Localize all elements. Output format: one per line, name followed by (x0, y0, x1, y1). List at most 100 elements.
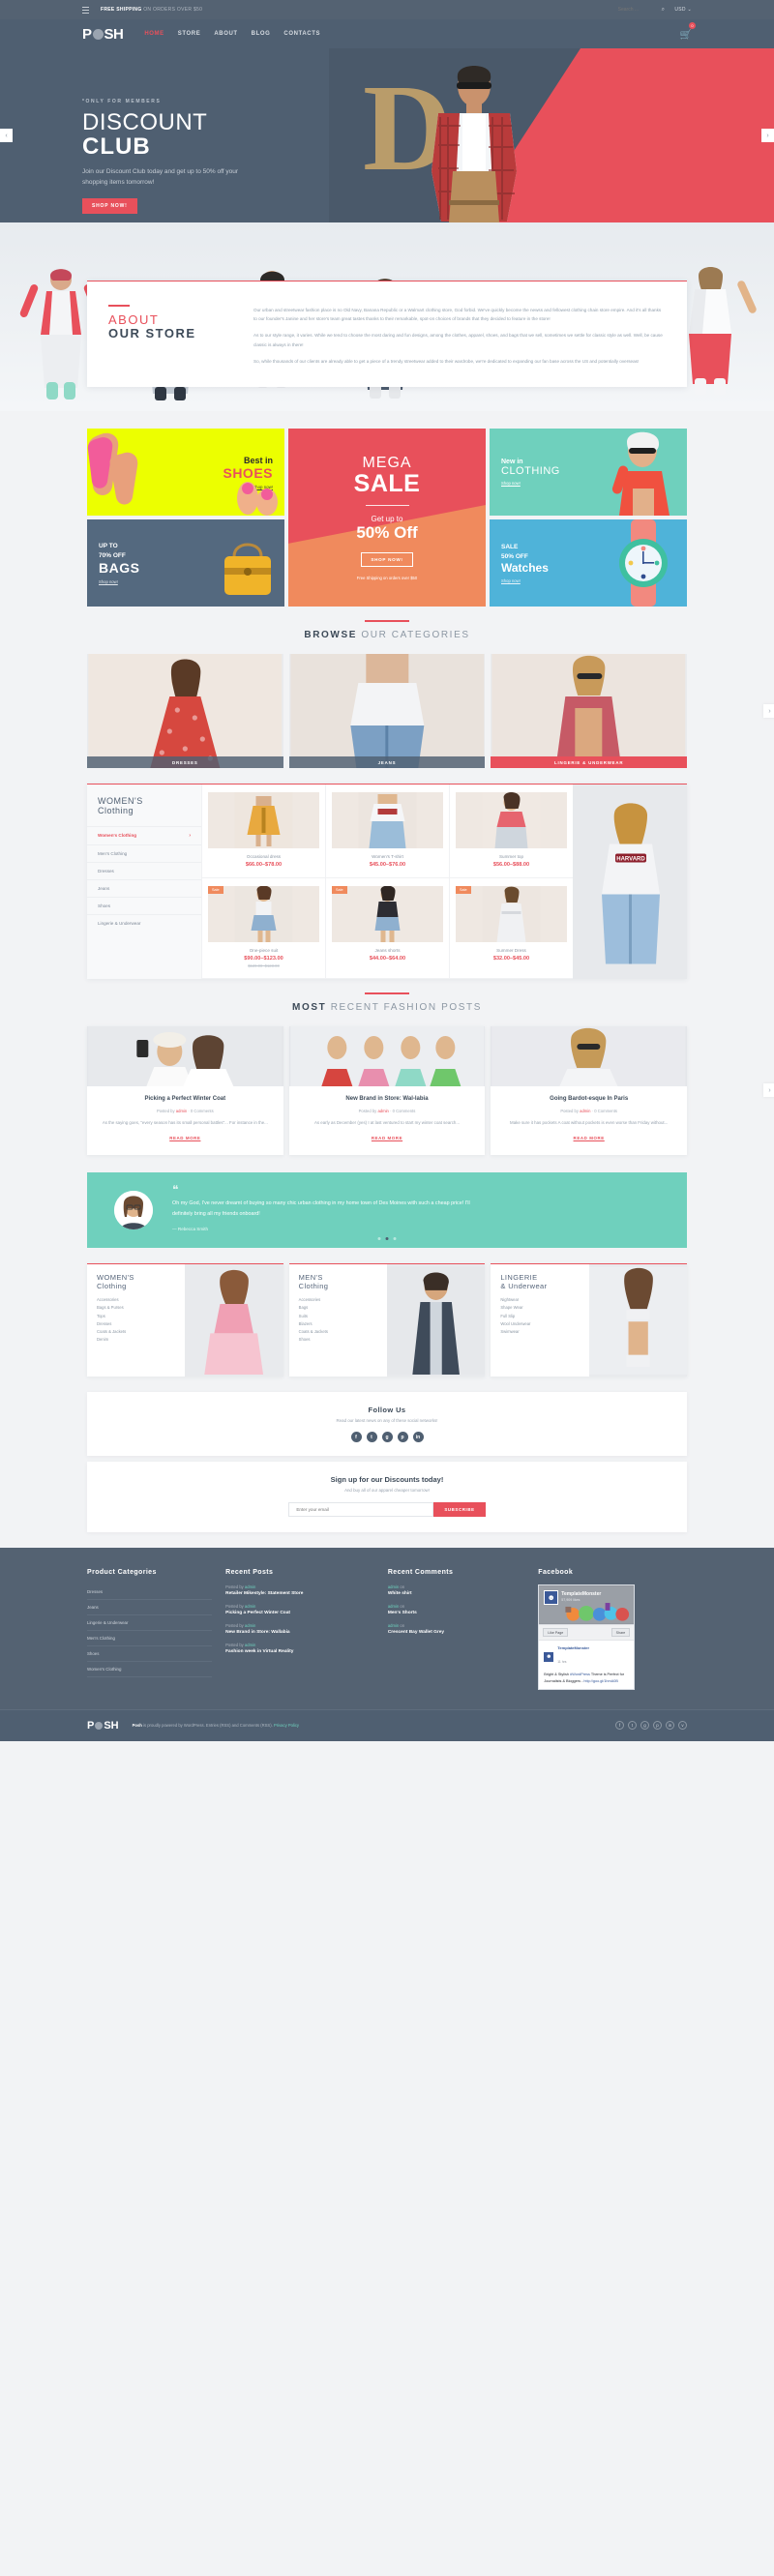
blog-title[interactable]: Going Bardot-esque In Paris (500, 1095, 677, 1104)
category-link[interactable]: Wool Underwear (500, 1319, 579, 1327)
hamburger-icon[interactable] (82, 6, 89, 14)
facebook-widget[interactable]: ☻ TemplateMonster 57,909 likes Like Page… (538, 1584, 636, 1690)
category-link[interactable]: Bags & Purses (97, 1304, 175, 1312)
promo-clothing-cta[interactable]: Shop now! (501, 481, 521, 486)
blog-card[interactable]: New Brand in Store: Wal-labia Posted by … (288, 1026, 486, 1155)
google-plus-icon[interactable]: g (381, 1432, 393, 1443)
nav-item-contacts[interactable]: CONTACTS (283, 31, 320, 37)
category-card-lingerie[interactable]: LINGERIE & UNDERWEAR (491, 654, 687, 768)
promo-tile-bags[interactable]: UP TO 70% OFF BAGS Shop now! (87, 519, 284, 607)
category-link[interactable]: Shoes (299, 1336, 377, 1344)
testimonial-dot[interactable] (377, 1236, 381, 1240)
category-link[interactable]: Shape Wear (500, 1304, 579, 1312)
privacy-policy-link[interactable]: Privacy Policy (274, 1723, 299, 1728)
footer-category-link[interactable]: Shoes (87, 1646, 213, 1663)
footer-category-link[interactable]: Dresses (87, 1584, 213, 1601)
search-icon[interactable]: ⌕ (662, 7, 666, 14)
product-card[interactable]: Sale One-piece suit $90.00–$123.00 $120.… (201, 878, 325, 979)
category-link[interactable]: Accessories (97, 1296, 175, 1304)
nav-item-blog[interactable]: BLOG (252, 31, 271, 37)
hero-prev-arrow[interactable]: ‹ (0, 129, 13, 142)
search-input[interactable] (617, 7, 652, 13)
currency-selector[interactable]: USD ⌄ (674, 7, 692, 13)
hero-shop-now-button[interactable]: SHOP NOW! (82, 198, 137, 215)
facebook-post-author[interactable]: TemplateMonster (557, 1645, 589, 1650)
blog-title[interactable]: New Brand in Store: Wal-labia (299, 1095, 476, 1104)
twitter-icon[interactable]: t (628, 1721, 637, 1731)
footer-post-title[interactable]: Retailer Mikestyle: Statement Store (225, 1591, 374, 1596)
logo[interactable]: P SH (82, 26, 124, 43)
twitter-icon[interactable]: t (366, 1432, 377, 1443)
product-card[interactable]: Sale Jeans shorts $44.00–$64.00 (325, 878, 449, 979)
footer-post[interactable]: Posted by admin Fashion week in Virtual … (225, 1643, 374, 1654)
pinterest-icon[interactable]: p (397, 1432, 408, 1443)
shop-category-womens-clothing[interactable]: Women's Clothing › (87, 825, 201, 844)
category-link[interactable]: Bags (299, 1304, 377, 1312)
categories-next-arrow[interactable]: › (763, 704, 774, 718)
blog-read-more[interactable]: READ MORE (372, 1136, 402, 1140)
category-link[interactable]: Full Slip (500, 1312, 579, 1319)
facebook-icon[interactable]: f (350, 1432, 362, 1443)
footer-comment[interactable]: admin on Crescent Bay Wallet Grey (388, 1623, 524, 1635)
facebook-like-button[interactable]: Like Page (543, 1628, 569, 1638)
category-link[interactable]: Swimwear (500, 1327, 579, 1335)
product-card[interactable]: Women's T-shirt $45.00–$76.00 (325, 785, 449, 878)
footer-post-title[interactable]: New Brand in Store: Wallabia (225, 1630, 374, 1635)
product-card[interactable]: Sale Summer Dress $32.00–$45.00 (449, 878, 573, 979)
product-card[interactable]: Occasional dress $66.00–$78.00 (201, 785, 325, 878)
footer-post-author[interactable]: admin (245, 1584, 255, 1589)
cart-button[interactable]: 🛒 0 (680, 22, 696, 43)
footer-post-title[interactable]: Fashion week in Virtual Reality (225, 1649, 374, 1654)
footer-post[interactable]: Posted by admin Picking a Perfect Winter… (225, 1604, 374, 1615)
footer-category-link[interactable]: Women's Clothing (87, 1662, 213, 1678)
blog-author[interactable]: admin (580, 1109, 590, 1113)
footer-post-author[interactable]: admin (245, 1623, 255, 1628)
testimonial-dot-active[interactable] (385, 1236, 389, 1240)
blog-author[interactable]: admin (176, 1109, 187, 1113)
footer-category-link[interactable]: Men's Clothing (87, 1631, 213, 1647)
footer-post-author[interactable]: admin (245, 1604, 255, 1609)
linkedin-icon[interactable]: in (412, 1432, 424, 1443)
fb-link[interactable]: http://goo.gl/1hmA0B (583, 1679, 617, 1683)
category-link[interactable]: Blazers (299, 1319, 377, 1327)
footer-post-title[interactable]: Picking a Perfect Winter Coat (225, 1611, 374, 1615)
blog-card[interactable]: Going Bardot-esque In Paris Posted by ad… (491, 1026, 687, 1155)
nav-item-store[interactable]: STORE (178, 31, 201, 37)
category-link[interactable]: Tops (97, 1312, 175, 1319)
product-card[interactable]: Summer top $56.00–$88.00 (449, 785, 573, 878)
blog-next-arrow[interactable]: › (763, 1083, 774, 1098)
category-link[interactable]: Suits (299, 1312, 377, 1319)
footer-post[interactable]: Posted by admin Retailer Mikestyle: Stat… (225, 1584, 374, 1596)
footer-comment-author[interactable]: admin (388, 1623, 399, 1628)
footer-comment[interactable]: admin on White shirt (388, 1584, 524, 1596)
subscribe-button[interactable]: SUBSCRIBE (433, 1502, 486, 1518)
shop-category-mens-clothing[interactable]: Men's Clothing (87, 844, 201, 862)
promo-tile-shoes[interactable]: Best in SHOES Shop now! (87, 429, 284, 516)
promo-watches-cta[interactable]: Shop now! (501, 578, 521, 583)
subscribe-email-input[interactable] (288, 1502, 434, 1518)
footer-comment-author[interactable]: admin (388, 1584, 399, 1589)
footer-post[interactable]: Posted by admin New Brand in Store: Wall… (225, 1623, 374, 1635)
category-card-jeans[interactable]: JEANS (288, 654, 486, 768)
category-link[interactable]: Denim (97, 1336, 175, 1344)
category-link[interactable]: Coats & Jackets (97, 1327, 175, 1335)
nav-item-about[interactable]: ABOUT (214, 31, 237, 37)
google-plus-icon[interactable]: g (640, 1721, 649, 1731)
promo-tile-clothing[interactable]: New in CLOTHING Shop now! (490, 429, 687, 516)
blog-title[interactable]: Picking a Perfect Winter Coat (97, 1095, 274, 1104)
blog-card[interactable]: Picking a Perfect Winter Coat Posted by … (87, 1026, 283, 1155)
nav-item-home[interactable]: HOME (144, 31, 164, 37)
hero-next-arrow[interactable]: › (761, 129, 774, 142)
footer-comment-title[interactable]: White shirt (388, 1591, 524, 1596)
footer-post-author[interactable]: admin (245, 1643, 255, 1647)
footer-comment-title[interactable]: Crescent Bay Wallet Grey (388, 1630, 524, 1635)
footer-comment-author[interactable]: admin (388, 1604, 399, 1609)
category-link[interactable]: Dresses (97, 1319, 175, 1327)
fb-hashtag[interactable]: #WordPress (570, 1673, 590, 1676)
shop-category-lingerie[interactable]: Lingerie & Underwear (87, 913, 201, 932)
testimonial-dot[interactable] (393, 1236, 397, 1240)
footer-comment[interactable]: admin on Men's Shorts (388, 1604, 524, 1615)
linkedin-icon[interactable]: in (666, 1721, 674, 1731)
footer-comment-title[interactable]: Men's Shorts (388, 1611, 524, 1615)
footer-logo[interactable]: P SH (87, 1720, 119, 1732)
